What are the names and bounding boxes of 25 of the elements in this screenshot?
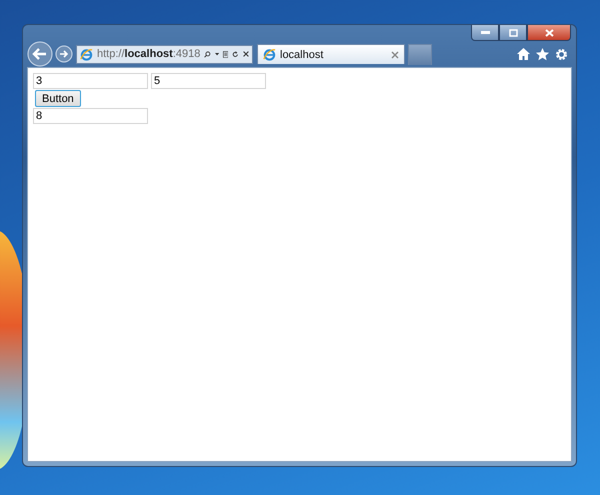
maximize-icon (508, 28, 518, 36)
maximize-button[interactable] (499, 25, 527, 41)
close-button[interactable] (527, 25, 571, 41)
close-icon[interactable] (243, 49, 249, 59)
back-icon[interactable] (27, 41, 53, 67)
search-icon[interactable] (204, 48, 211, 60)
number-field[interactable]: 5 (151, 73, 266, 89)
button[interactable]: Button (35, 90, 81, 107)
minimize-button[interactable] (471, 25, 499, 41)
settings-icon[interactable] (555, 48, 568, 60)
forward-icon[interactable] (55, 45, 73, 63)
number-field[interactable]: 3 (33, 73, 148, 89)
caret-icon[interactable] (214, 52, 220, 56)
page-icon[interactable] (223, 48, 228, 60)
browser-logo-icon (263, 48, 276, 61)
minimize-icon (480, 31, 490, 34)
refresh-icon[interactable] (232, 48, 240, 60)
address-bar[interactable]: http://localhost:4918 (76, 44, 253, 64)
favorites-icon[interactable] (536, 48, 549, 60)
browser-tab[interactable]: localhost (257, 44, 405, 64)
close-icon (544, 28, 554, 36)
url-text: http://localhost:4918 (97, 48, 200, 60)
result-field[interactable]: 8 (33, 108, 148, 124)
home-icon[interactable] (517, 48, 530, 60)
browser-logo-icon (80, 48, 93, 60)
